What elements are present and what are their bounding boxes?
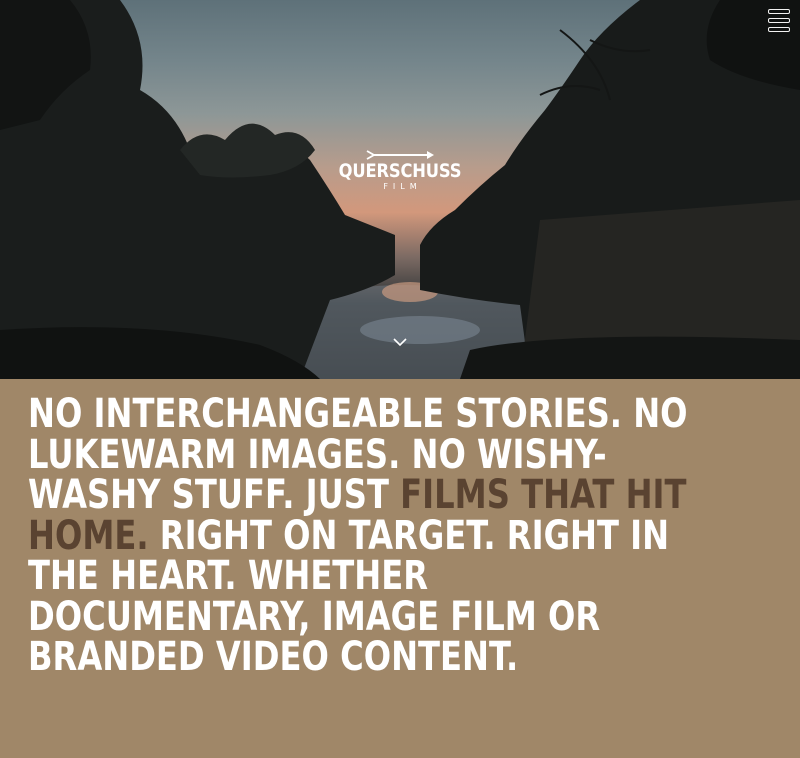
logo-name: QUERSCHUSS bbox=[338, 160, 462, 182]
logo-subtitle: FILM bbox=[383, 182, 422, 191]
logo[interactable]: QUERSCHUSS FILM bbox=[300, 150, 500, 191]
hamburger-menu-icon-bar bbox=[768, 27, 790, 32]
statement-text: NO INTERCHANGEABLE STORIES. NO LUKEWARM … bbox=[28, 394, 720, 678]
arrow-icon bbox=[366, 150, 434, 160]
chevron-down-icon[interactable] bbox=[392, 336, 408, 348]
menu-button[interactable] bbox=[768, 9, 790, 32]
hamburger-menu-icon bbox=[768, 9, 790, 14]
hero-section: QUERSCHUSS FILM bbox=[0, 0, 800, 379]
statement-section: NO INTERCHANGEABLE STORIES. NO LUKEWARM … bbox=[0, 379, 800, 758]
hamburger-menu-icon-bar bbox=[768, 18, 790, 23]
